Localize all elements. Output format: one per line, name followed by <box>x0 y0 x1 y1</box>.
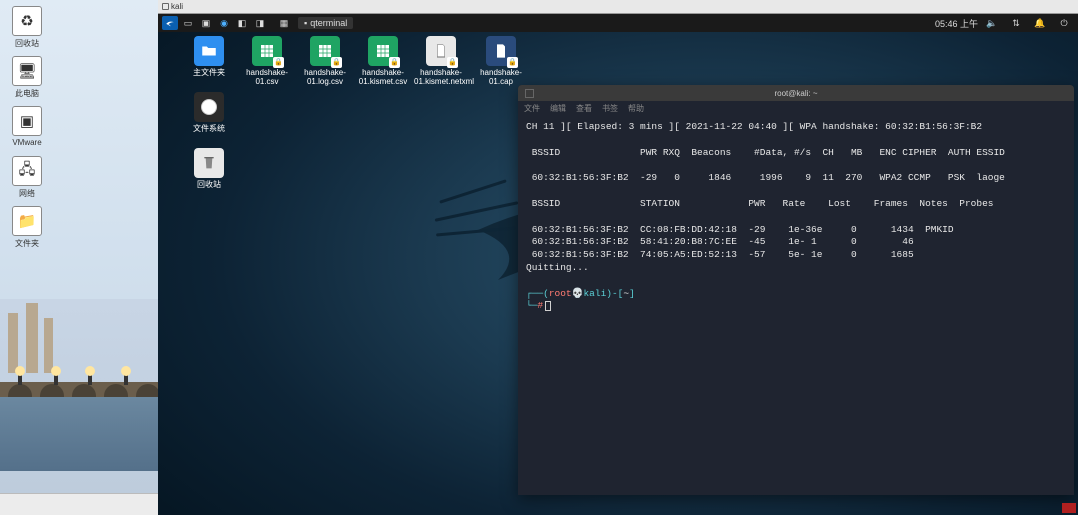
power-icon[interactable]: ⏻ <box>1056 16 1072 30</box>
terminal-body[interactable]: CH 11 ][ Elapsed: 3 mins ][ 2021-11-22 0… <box>518 115 1074 495</box>
airodump-header-1: BSSID PWR RXQ Beacons #Data, #/s CH MB E… <box>526 147 1005 158</box>
airodump-station-row: 60:32:B1:56:3F:B2 58:41:20:B8:7C:EE -45 … <box>526 236 914 247</box>
wallpaper-city <box>0 273 158 493</box>
panel-terminal-icon[interactable]: ▣ <box>198 16 214 30</box>
desktop-icon-handshake-logcsv[interactable]: 🔒 handshake-01.log.csv <box>298 36 352 87</box>
host-icon-vmware[interactable]: ▣ VMware <box>2 106 52 147</box>
airodump-summary-line: CH 11 ][ Elapsed: 3 mins ][ 2021-11-22 0… <box>526 121 982 132</box>
icon-label: handshake-01.kismet.csv <box>359 68 407 86</box>
panel-tool1-icon[interactable]: ◧ <box>234 16 250 30</box>
host-icon-network[interactable]: 🖧 网络 <box>2 156 52 199</box>
vm-viewer-titlebar[interactable]: kali <box>158 0 1078 14</box>
folder-icon: 📁 <box>12 206 42 236</box>
menu-file[interactable]: 文件 <box>524 103 540 114</box>
task-label: qterminal <box>310 18 347 28</box>
kali-top-panel: ▭ ▣ ◉ ◧ ◨ ▦ ▪ qterminal 05:46 上午 🔈 ⇅ 🔔 ⏻ <box>158 14 1078 32</box>
desktop-icon-handshake-netxml[interactable]: 🔒 handshake-01.kismet.netxml <box>414 36 468 87</box>
terminal-window[interactable]: root@kali: ~ 文件 编辑 查看 书签 帮助 CH 11 ][ Ela… <box>518 85 1074 495</box>
desktop-icon-handshake-kismetcsv[interactable]: 🔒 handshake-01.kismet.csv <box>356 36 410 87</box>
airodump-ap-row: 60:32:B1:56:3F:B2 -29 0 1846 1996 9 11 2… <box>526 172 1005 183</box>
icon-label: handshake-01.kismet.netxml <box>414 68 474 86</box>
host-icon-folder[interactable]: 📁 文件夹 <box>2 206 52 249</box>
capture-file-icon: 🔒 <box>486 36 516 66</box>
computer-icon: 🖥 <box>12 56 42 86</box>
lock-badge-icon: 🔒 <box>331 57 342 68</box>
lock-badge-icon: 🔒 <box>507 57 518 68</box>
terminal-menu-button[interactable] <box>525 89 534 98</box>
vm-title-text: kali <box>171 2 183 11</box>
host-icon-label: 回收站 <box>15 39 39 48</box>
desktop-icon-handshake-csv[interactable]: 🔒 handshake-01.csv <box>240 36 294 87</box>
panel-browser-icon[interactable]: ◉ <box>216 16 232 30</box>
airodump-header-2: BSSID STATION PWR Rate Lost Frames Notes… <box>526 198 993 209</box>
shell-prompt: ┌──(root💀kali)-[~] └─# <box>526 288 635 312</box>
kali-vm: kali ▭ ▣ ◉ ◧ ◨ ▦ ▪ qterminal 05:46 上午 🔈 … <box>158 0 1078 515</box>
vm-indicator-icon <box>1062 503 1076 513</box>
trash-icon <box>194 148 224 178</box>
panel-files-icon[interactable]: ▭ <box>180 16 196 30</box>
desktop-icon-trash[interactable]: 回收站 <box>182 148 236 190</box>
airodump-quitting: Quitting... <box>526 262 589 273</box>
filesystem-icon <box>194 92 224 122</box>
system-tray: 05:46 上午 🔈 ⇅ 🔔 ⏻ <box>935 16 1074 30</box>
airodump-station-row: 60:32:B1:56:3F:B2 CC:08:FB:DD:42:18 -29 … <box>526 224 954 235</box>
host-icon-computer[interactable]: 🖥 此电脑 <box>2 56 52 99</box>
spreadsheet-icon: 🔒 <box>368 36 398 66</box>
menu-edit[interactable]: 编辑 <box>550 103 566 114</box>
host-icon-label: 网络 <box>19 189 35 198</box>
panel-workspace-icon[interactable]: ▦ <box>276 16 292 30</box>
vm-menu-icon[interactable] <box>162 3 169 10</box>
vmware-icon: ▣ <box>12 106 42 136</box>
menu-bookmarks[interactable]: 书签 <box>602 103 618 114</box>
taskbar-item-terminal[interactable]: ▪ qterminal <box>298 17 353 29</box>
panel-tool2-icon[interactable]: ◨ <box>252 16 268 30</box>
volume-icon[interactable]: 🔈 <box>984 16 1000 30</box>
menu-view[interactable]: 查看 <box>576 103 592 114</box>
spreadsheet-icon: 🔒 <box>252 36 282 66</box>
kali-logo-icon[interactable] <box>162 16 178 30</box>
icon-label: 主文件夹 <box>193 68 225 77</box>
menu-help[interactable]: 帮助 <box>628 103 644 114</box>
network-icon: 🖧 <box>12 156 42 186</box>
lock-badge-icon: 🔒 <box>447 57 458 68</box>
airodump-station-row: 60:32:B1:56:3F:B2 74:05:A5:ED:52:13 -57 … <box>526 249 914 260</box>
icon-label: 回收站 <box>197 180 221 189</box>
notifications-icon[interactable]: 🔔 <box>1032 16 1048 30</box>
host-icon-label: 此电脑 <box>15 89 39 98</box>
lock-badge-icon: 🔒 <box>389 57 400 68</box>
desktop-icon-filesystem[interactable]: 文件系统 <box>182 92 236 134</box>
icon-label: 文件系统 <box>193 124 225 133</box>
desktop-icon-home-folder[interactable]: 主文件夹 <box>182 36 236 78</box>
host-icon-recycle[interactable]: ♻ 回收站 <box>2 6 52 49</box>
spreadsheet-icon: 🔒 <box>310 36 340 66</box>
icon-label: handshake-01.cap <box>480 68 522 86</box>
folder-icon <box>194 36 224 66</box>
document-icon: 🔒 <box>426 36 456 66</box>
host-icon-label: 文件夹 <box>15 239 39 248</box>
terminal-title-text: root@kali: ~ <box>774 89 817 98</box>
terminal-titlebar[interactable]: root@kali: ~ <box>518 85 1074 101</box>
host-icon-label: VMware <box>12 138 41 147</box>
lock-badge-icon: 🔒 <box>273 57 284 68</box>
icon-label: handshake-01.log.csv <box>304 68 346 86</box>
terminal-small-icon: ▪ <box>304 18 307 28</box>
host-taskbar[interactable] <box>0 493 158 515</box>
terminal-menubar: 文件 编辑 查看 书签 帮助 <box>518 101 1074 115</box>
desktop-icon-handshake-cap[interactable]: 🔒 handshake-01.cap <box>474 36 528 87</box>
recycle-bin-icon: ♻ <box>12 6 42 36</box>
host-windows-desktop: ♻ 回收站 🖥 此电脑 ▣ VMware 🖧 网络 📁 文件夹 <box>0 0 158 515</box>
icon-label: handshake-01.csv <box>246 68 288 86</box>
network-tray-icon[interactable]: ⇅ <box>1008 16 1024 30</box>
terminal-cursor <box>545 301 551 311</box>
clock-text[interactable]: 05:46 上午 <box>935 17 978 30</box>
